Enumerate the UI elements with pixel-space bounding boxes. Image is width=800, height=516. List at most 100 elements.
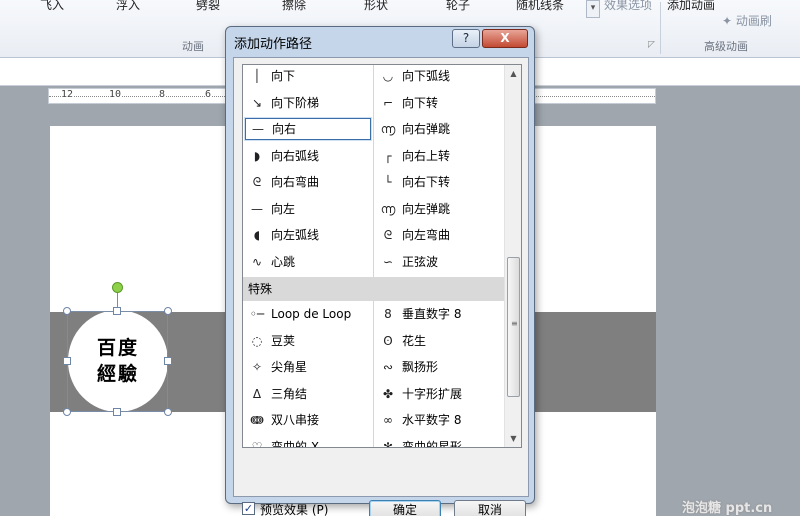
scroll-up-arrow-icon[interactable]: ▲ xyxy=(505,65,521,82)
line-down-icon: │ xyxy=(253,69,261,83)
path-option-label: 水平数字 8 xyxy=(402,413,462,427)
path-option-curvy-x[interactable]: ♡ 弯曲的 X xyxy=(245,434,371,448)
path-option-bounce-right[interactable]: ൬ 向右弹跳 xyxy=(376,116,504,142)
path-option-turn-down-right[interactable]: └ 向右下转 xyxy=(376,169,504,195)
line-left-icon: — xyxy=(251,201,263,216)
path-option-bean[interactable]: ◌ 豆荚 xyxy=(245,328,371,354)
dialog-launcher-icon[interactable]: ◸ xyxy=(648,40,655,50)
path-option-triangle-knot[interactable]: ᐃ 三角结 xyxy=(245,381,371,407)
path-option-label: Loop de Loop xyxy=(271,307,352,321)
ribbon-item-split[interactable]: 劈裂 xyxy=(196,0,220,13)
path-option-label: 向右下转 xyxy=(402,175,451,189)
path-option-bounce-left[interactable]: ൬ 向左弹跳 xyxy=(376,196,504,222)
path-row: ◖ 向左弧线 ᘓ 向左弯曲 xyxy=(243,222,505,249)
path-option-stairs-down[interactable]: ↘ 向下阶梯 xyxy=(245,90,371,116)
path-row: ᐃ 三角结 ✤ 十字形扩展 xyxy=(243,381,505,408)
ribbon-item-fly-in[interactable]: 飞入 xyxy=(40,0,64,13)
curvy-right-icon: ᘓ xyxy=(252,175,262,189)
path-option-label: 向左弹跳 xyxy=(402,201,451,216)
resize-handle-top-right[interactable] xyxy=(164,307,172,315)
curvy-star-icon: ✻ xyxy=(382,439,394,448)
path-option-peanut[interactable]: ʘ 花生 xyxy=(376,328,504,354)
ruler-number: 6 xyxy=(205,89,212,100)
path-option-label: 向下转 xyxy=(402,95,439,110)
resize-handle-right[interactable] xyxy=(164,357,172,365)
path-option-label: 心跳 xyxy=(271,254,296,269)
ok-button[interactable]: 确定 xyxy=(369,500,441,516)
path-option-cross-expand[interactable]: ✤ 十字形扩展 xyxy=(376,381,504,407)
path-option-sine-wave[interactable]: ∽ 正弦波 xyxy=(376,249,504,275)
path-option-curvy-right[interactable]: ᘓ 向右弯曲 xyxy=(245,169,371,195)
path-option-line-down[interactable]: │ 向下 xyxy=(245,65,371,89)
path-option-pointy-star[interactable]: ✧ 尖角星 xyxy=(245,354,371,380)
scroll-down-arrow-icon[interactable]: ▼ xyxy=(505,430,521,447)
motion-path-list[interactable]: │ 向下 ◡ 向下弧线 ↘ 向下阶梯 ⌐ 向下转 — 向右 ൬ 向右弹跳 ◗ 向右弧线 ┌ 向右上转 ᘓ 向右弯曲… xyxy=(242,64,522,448)
path-option-line-left[interactable]: — 向左 xyxy=(245,196,371,222)
path-option-label: 垂直数字 8 xyxy=(402,307,462,321)
resize-handle-top-left[interactable] xyxy=(63,307,71,315)
path-option-label: 向右弧线 xyxy=(271,148,320,163)
resize-handle-top[interactable] xyxy=(113,307,121,315)
path-option-curvy-star[interactable]: ✻ 弯曲的星形 xyxy=(376,434,504,448)
path-option-swoosh[interactable]: ∾ 飘扬形 xyxy=(376,354,504,380)
effect-options-button[interactable]: 效果选项 xyxy=(604,0,652,13)
ruler-number: 8 xyxy=(159,89,166,100)
animation-painter-button[interactable]: ✦ 动画刷 xyxy=(722,12,772,29)
path-option-label: 弯曲的星形 xyxy=(402,439,463,448)
turn-down-icon: ⌐ xyxy=(382,95,394,110)
path-option-line-right[interactable]: — 向右 xyxy=(244,117,372,141)
path-option-heartbeat[interactable]: ∿ 心跳 xyxy=(245,249,371,275)
path-row: ᘓ 向右弯曲 └ 向右下转 xyxy=(243,169,505,196)
path-option-label: 向右弹跳 xyxy=(402,122,451,136)
rotation-handle[interactable] xyxy=(112,282,123,293)
swoosh-icon: ∾ xyxy=(382,360,394,374)
bean-icon: ◌ xyxy=(251,333,263,348)
path-option-label: 向右 xyxy=(272,122,297,136)
cross-expand-icon: ✤ xyxy=(382,386,394,401)
path-row: ↘ 向下阶梯 ⌐ 向下转 xyxy=(243,90,505,117)
ribbon-item-random-bars[interactable]: 随机线条 xyxy=(516,0,564,13)
resize-handle-bottom-right[interactable] xyxy=(164,408,172,416)
add-animation-button[interactable]: 添加动画 xyxy=(667,0,715,13)
list-scrollbar[interactable]: ▲ ≡ ▼ xyxy=(504,65,521,447)
dialog-titlebar[interactable]: 添加动作路径 ? X xyxy=(226,27,534,55)
ribbon-item-wipe[interactable]: 擦除 xyxy=(282,0,306,13)
path-option-arc-right[interactable]: ◗ 向右弧线 xyxy=(245,143,371,169)
add-motion-path-dialog: 添加动作路径 ? X │ 向下 ◡ 向下弧线 ↘ 向下阶梯 ⌐ 向下转 — 向右 ൬ 向右弹跳 ◗ 向右弧… xyxy=(225,26,535,516)
ribbon-item-float-in[interactable]: 浮入 xyxy=(116,0,140,13)
dialog-title: 添加动作路径 xyxy=(234,37,313,52)
watermark: 泡泡糖 ppt.cn xyxy=(682,501,773,516)
cancel-button[interactable]: 取消 xyxy=(454,500,526,516)
path-option-double-eight[interactable]: ↈ 双八串接 xyxy=(245,407,371,433)
path-option-label: 花生 xyxy=(402,333,427,348)
path-option-figure-8-vertical[interactable]: 8 垂直数字 8 xyxy=(376,301,504,327)
path-row: ◗ 向右弧线 ┌ 向右上转 xyxy=(243,143,505,170)
path-option-turn-down[interactable]: ⌐ 向下转 xyxy=(376,90,504,116)
help-button[interactable]: ? xyxy=(452,29,480,48)
preview-checkbox[interactable]: ✓ xyxy=(242,502,255,515)
ribbon-item-shape[interactable]: 形状 xyxy=(364,0,388,13)
path-row: ♡ 弯曲的 X ✻ 弯曲的星形 xyxy=(243,434,505,448)
close-button[interactable]: X xyxy=(482,29,528,48)
path-option-figure-8-horizontal[interactable]: ∞ 水平数字 8 xyxy=(376,407,504,433)
path-option-loop-de-loop[interactable]: ◦─ Loop de Loop xyxy=(245,301,371,327)
gallery-scroll-button[interactable]: ▾ xyxy=(586,0,600,18)
resize-handle-bottom[interactable] xyxy=(113,408,121,416)
animation-painter-label: 动画刷 xyxy=(735,14,772,28)
bounce-right-icon: ൬ xyxy=(380,122,396,136)
resize-handle-left[interactable] xyxy=(63,357,71,365)
path-option-turn-up-right[interactable]: ┌ 向右上转 xyxy=(376,143,504,169)
grip-icon: ≡ xyxy=(511,319,518,328)
resize-handle-bottom-left[interactable] xyxy=(63,408,71,416)
turn-down-right-icon: └ xyxy=(384,175,392,189)
path-option-arc-left[interactable]: ◖ 向左弧线 xyxy=(245,222,371,248)
path-option-label: 向右弯曲 xyxy=(271,175,320,189)
peanut-icon: ʘ xyxy=(383,333,393,348)
ribbon-item-wheel[interactable]: 轮子 xyxy=(446,0,470,13)
curvy-left-icon: ᘓ xyxy=(383,228,393,242)
path-option-curvy-left[interactable]: ᘓ 向左弯曲 xyxy=(376,222,504,248)
path-option-label: 向左弧线 xyxy=(271,228,320,242)
scroll-thumb[interactable]: ≡ xyxy=(507,257,520,397)
path-option-arc-down[interactable]: ◡ 向下弧线 xyxy=(376,65,504,89)
preview-checkbox-label[interactable]: 预览效果 (P) xyxy=(260,501,328,516)
